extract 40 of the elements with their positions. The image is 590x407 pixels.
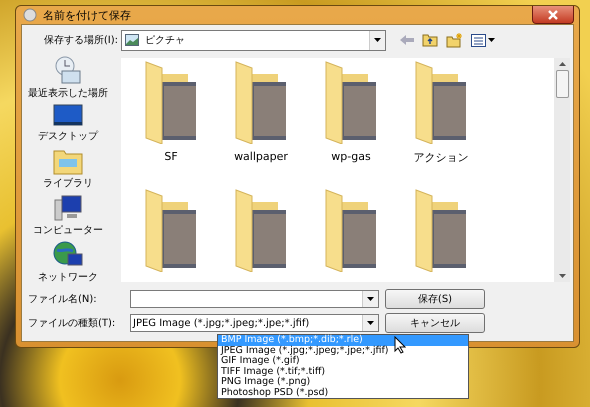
places-item[interactable]: ネットワーク	[38, 241, 98, 284]
cancel-button[interactable]: キャンセル	[385, 313, 485, 333]
file-type-option[interactable]: TIFF Image (*.tif;*.tiff)	[218, 366, 468, 377]
app-icon	[23, 8, 37, 22]
file-type-label: ファイルの種類(T):	[28, 316, 116, 330]
vertical-scrollbar[interactable]	[554, 58, 570, 282]
up-folder-icon[interactable]	[422, 33, 438, 47]
desktop-icon	[53, 104, 83, 128]
save-button[interactable]: 保存(S)	[385, 289, 485, 309]
file-type-option[interactable]: GIF Image (*.gif)	[218, 356, 468, 366]
dropdown-arrow-icon	[367, 297, 374, 301]
file-type-dropdown[interactable]: JPEG Image (*.jpg;*.jpeg;*.jpe;*.jfif)	[130, 314, 379, 332]
location-dropdown[interactable]: ピクチャ	[121, 30, 386, 50]
computer-icon	[53, 194, 83, 222]
view-menu-icon[interactable]	[471, 34, 495, 46]
folder-item[interactable]: wp-gas	[311, 60, 391, 170]
file-name-field[interactable]	[130, 290, 379, 308]
file-type-option[interactable]: Photoshop PSD (*.psd)	[218, 388, 468, 398]
file-name-label: ファイル名(N):	[28, 293, 98, 306]
dropdown-arrow-icon	[374, 38, 381, 42]
folder-item[interactable]: アクション	[401, 60, 481, 170]
scroll-up-arrow-icon[interactable]	[558, 62, 566, 66]
recent-places-icon	[53, 55, 83, 85]
close-icon	[547, 10, 559, 20]
places-item[interactable]: デスクトップ	[38, 104, 98, 143]
window-title: 名前を付けて保存	[43, 8, 132, 22]
new-folder-icon[interactable]	[446, 32, 463, 48]
location-label: 保存する場所(I):	[42, 34, 119, 47]
folder-item[interactable]: SF	[131, 60, 211, 170]
dropdown-arrow-icon	[367, 321, 374, 325]
scrollbar-thumb[interactable]	[556, 70, 568, 98]
pictures-icon	[125, 34, 139, 46]
places-item[interactable]: コンピューター	[33, 194, 103, 237]
file-type-option[interactable]: JPEG Image (*.jpg;*.jpeg;*.jpe;*.jfif)	[218, 346, 468, 356]
scroll-down-arrow-icon[interactable]	[558, 274, 566, 278]
folder-item[interactable]: wallpaper	[221, 60, 301, 170]
close-button[interactable]	[532, 6, 574, 24]
file-type-option[interactable]: PNG Image (*.png)	[218, 377, 468, 388]
places-item[interactable]: ライブラリ	[43, 147, 93, 190]
places-item[interactable]: 最近表示した場所	[28, 55, 108, 100]
